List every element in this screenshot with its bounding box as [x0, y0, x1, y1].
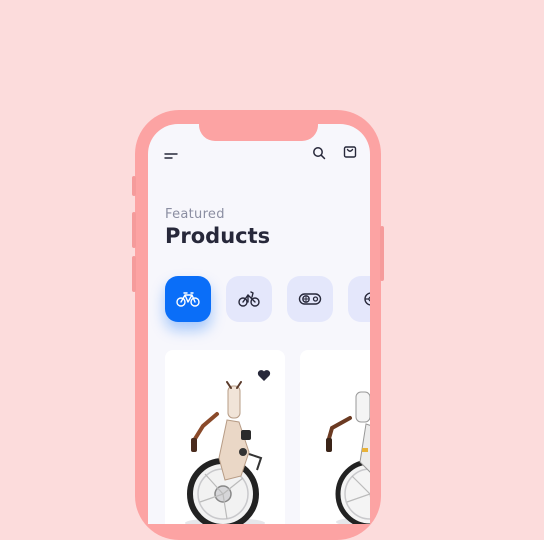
app-screen: Featured Products — [148, 124, 370, 524]
section-eyebrow: Featured — [165, 207, 225, 222]
gear-icon — [364, 292, 370, 306]
cart-icon[interactable] — [343, 144, 357, 158]
category-bike-selected[interactable] — [165, 276, 211, 322]
page-title: Products — [165, 224, 271, 248]
category-gear[interactable] — [348, 276, 370, 322]
phone-side-button — [132, 176, 136, 196]
phone-side-button — [132, 212, 136, 248]
product-card[interactable] — [300, 350, 370, 524]
menu-icon[interactable] — [164, 146, 178, 159]
bike-icon — [176, 292, 200, 307]
phone-notch — [199, 110, 318, 141]
search-icon[interactable] — [312, 145, 326, 160]
category-road-bike[interactable] — [226, 276, 272, 322]
product-card[interactable] — [165, 350, 285, 524]
phone-side-button — [380, 226, 384, 281]
phone-side-button — [132, 256, 136, 292]
chain-ring-icon — [298, 293, 322, 305]
category-chain[interactable] — [287, 276, 333, 322]
folding-ebike-image — [326, 391, 370, 524]
bike-icon — [238, 291, 260, 307]
folding-ebike-image — [185, 381, 265, 524]
